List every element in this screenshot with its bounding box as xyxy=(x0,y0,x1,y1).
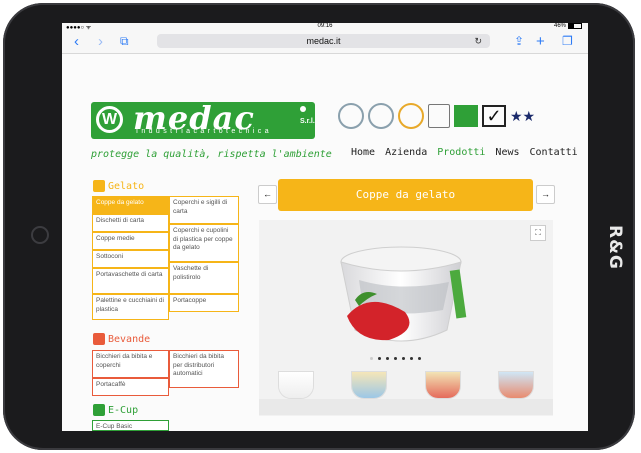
category-gelato-title: Gelato xyxy=(108,181,145,192)
thumbnail-image[interactable] xyxy=(352,372,387,398)
logo-subtitle: Industriacartotecnica xyxy=(136,128,272,135)
gelato-item-coperchi-cupolini[interactable]: Coperchi e cupolini di plastica per copp… xyxy=(169,224,239,262)
vincotte-check-icon: ✓ xyxy=(482,105,506,127)
gelato-item-portacoppe[interactable]: Portacoppe xyxy=(169,294,239,312)
tabs-icon[interactable]: ❐ xyxy=(562,34,573,49)
carousel-dot[interactable] xyxy=(402,357,405,360)
main-nav: Home Azienda Prodotti News Contatti xyxy=(351,147,578,158)
thumbnail-image[interactable] xyxy=(425,372,460,398)
tagline: protegge la qualità, rispetta l'ambiente xyxy=(91,149,332,160)
gelato-item-dischetti[interactable]: Dischetti di carta xyxy=(92,214,169,232)
category-ecup[interactable]: E-Cup xyxy=(91,404,138,416)
nav-azienda[interactable]: Azienda xyxy=(385,147,427,158)
cert-seal-1-icon xyxy=(338,103,364,129)
gelato-item-palettine[interactable]: Palettine e cucchiaini di plastica xyxy=(92,294,169,320)
cert-seal-2-icon xyxy=(368,103,394,129)
stars-icon: ★★ xyxy=(510,107,536,124)
fullscreen-icon[interactable]: ⛶ xyxy=(530,225,546,241)
gelato-icon xyxy=(93,180,105,192)
prev-product-button[interactable]: ← xyxy=(258,185,277,204)
carousel-dot[interactable] xyxy=(378,357,381,360)
logo-emblem-icon: W xyxy=(96,106,123,133)
nav-prodotti[interactable]: Prodotti xyxy=(437,147,485,158)
thumbnail-shelf xyxy=(259,399,553,415)
battery-percent: 46% xyxy=(553,23,566,29)
gelato-item-coppe[interactable]: Coppe da gelato xyxy=(92,196,169,214)
logo-suffix: S.r.l. xyxy=(300,118,315,125)
category-bevande-title: Bevande xyxy=(108,334,151,345)
nav-news[interactable]: News xyxy=(495,147,519,158)
ok-compost-icon xyxy=(454,105,478,127)
ecup-icon xyxy=(93,404,105,416)
carousel-dot[interactable] xyxy=(386,357,389,360)
gelato-item-coppe-medie[interactable]: Coppe medie xyxy=(92,232,169,250)
logo-registered-icon xyxy=(300,106,306,112)
url-text: medac.it xyxy=(306,36,341,46)
new-tab-icon[interactable]: + xyxy=(536,34,545,49)
certification-badges: ✓ ★★ xyxy=(338,103,535,129)
carousel-dots xyxy=(370,357,421,360)
thumbnail-image[interactable] xyxy=(278,372,313,398)
medac-logo[interactable]: W medac Industriacartotecnica S.r.l. xyxy=(91,99,315,139)
bevande-item-portacaffe[interactable]: Portacaffè xyxy=(92,378,169,396)
device-brand-label: R&G xyxy=(605,225,625,270)
bookmarks-icon[interactable]: ⧉ xyxy=(120,34,129,49)
next-product-button[interactable]: → xyxy=(536,185,555,204)
share-icon[interactable]: ⇪ xyxy=(514,34,524,49)
carousel-dot[interactable] xyxy=(410,357,413,360)
category-gelato[interactable]: Gelato xyxy=(91,180,144,192)
nav-contatti[interactable]: Contatti xyxy=(530,147,578,158)
bevande-item-bicchieri[interactable]: Bicchieri da bibita e coperchi xyxy=(92,350,169,378)
thumbnail-strip xyxy=(259,370,553,400)
gelato-item-sottoconi[interactable]: Sottoconi xyxy=(92,250,169,268)
browser-toolbar: ‹ › ⧉ medac.it ↻ ⇪ + ❐ xyxy=(62,31,588,54)
gelato-item-portavaschette[interactable]: Portavaschette di carta xyxy=(92,268,169,294)
battery-icon xyxy=(568,23,582,29)
carousel-dot[interactable] xyxy=(418,357,421,360)
address-bar[interactable]: medac.it ↻ xyxy=(157,34,490,48)
bevande-icon xyxy=(93,333,105,345)
nav-home[interactable]: Home xyxy=(351,147,375,158)
category-ecup-title: E-Cup xyxy=(108,405,139,416)
fsc-icon xyxy=(428,104,450,128)
forward-icon[interactable]: › xyxy=(98,34,103,49)
carousel-dot[interactable] xyxy=(370,357,373,360)
ecup-item-basic[interactable]: E-Cup Basic xyxy=(92,420,169,431)
product-title: Coppe da gelato xyxy=(278,179,533,211)
status-time: 09:16 xyxy=(317,23,333,29)
thumbnail-image[interactable] xyxy=(499,372,534,398)
carousel-dot[interactable] xyxy=(394,357,397,360)
gelato-item-coperchi-sigilli[interactable]: Coperchi e sigilli di carta xyxy=(169,196,239,224)
back-icon[interactable]: ‹ xyxy=(74,34,79,49)
product-image xyxy=(340,246,467,342)
reload-icon[interactable]: ↻ xyxy=(474,34,482,48)
camera-icon xyxy=(31,226,49,244)
status-bar: ●●●●○ ᯤ 09:16 46% xyxy=(62,23,588,31)
battery-indicator: 46% xyxy=(554,23,582,29)
gelato-item-vaschette[interactable]: Vaschette di polistirolo xyxy=(169,262,239,294)
category-bevande[interactable]: Bevande xyxy=(91,333,150,345)
cert-seal-3-icon xyxy=(398,103,424,129)
bevande-item-distributori[interactable]: Bicchieri da bibita per distributori aut… xyxy=(169,350,239,388)
